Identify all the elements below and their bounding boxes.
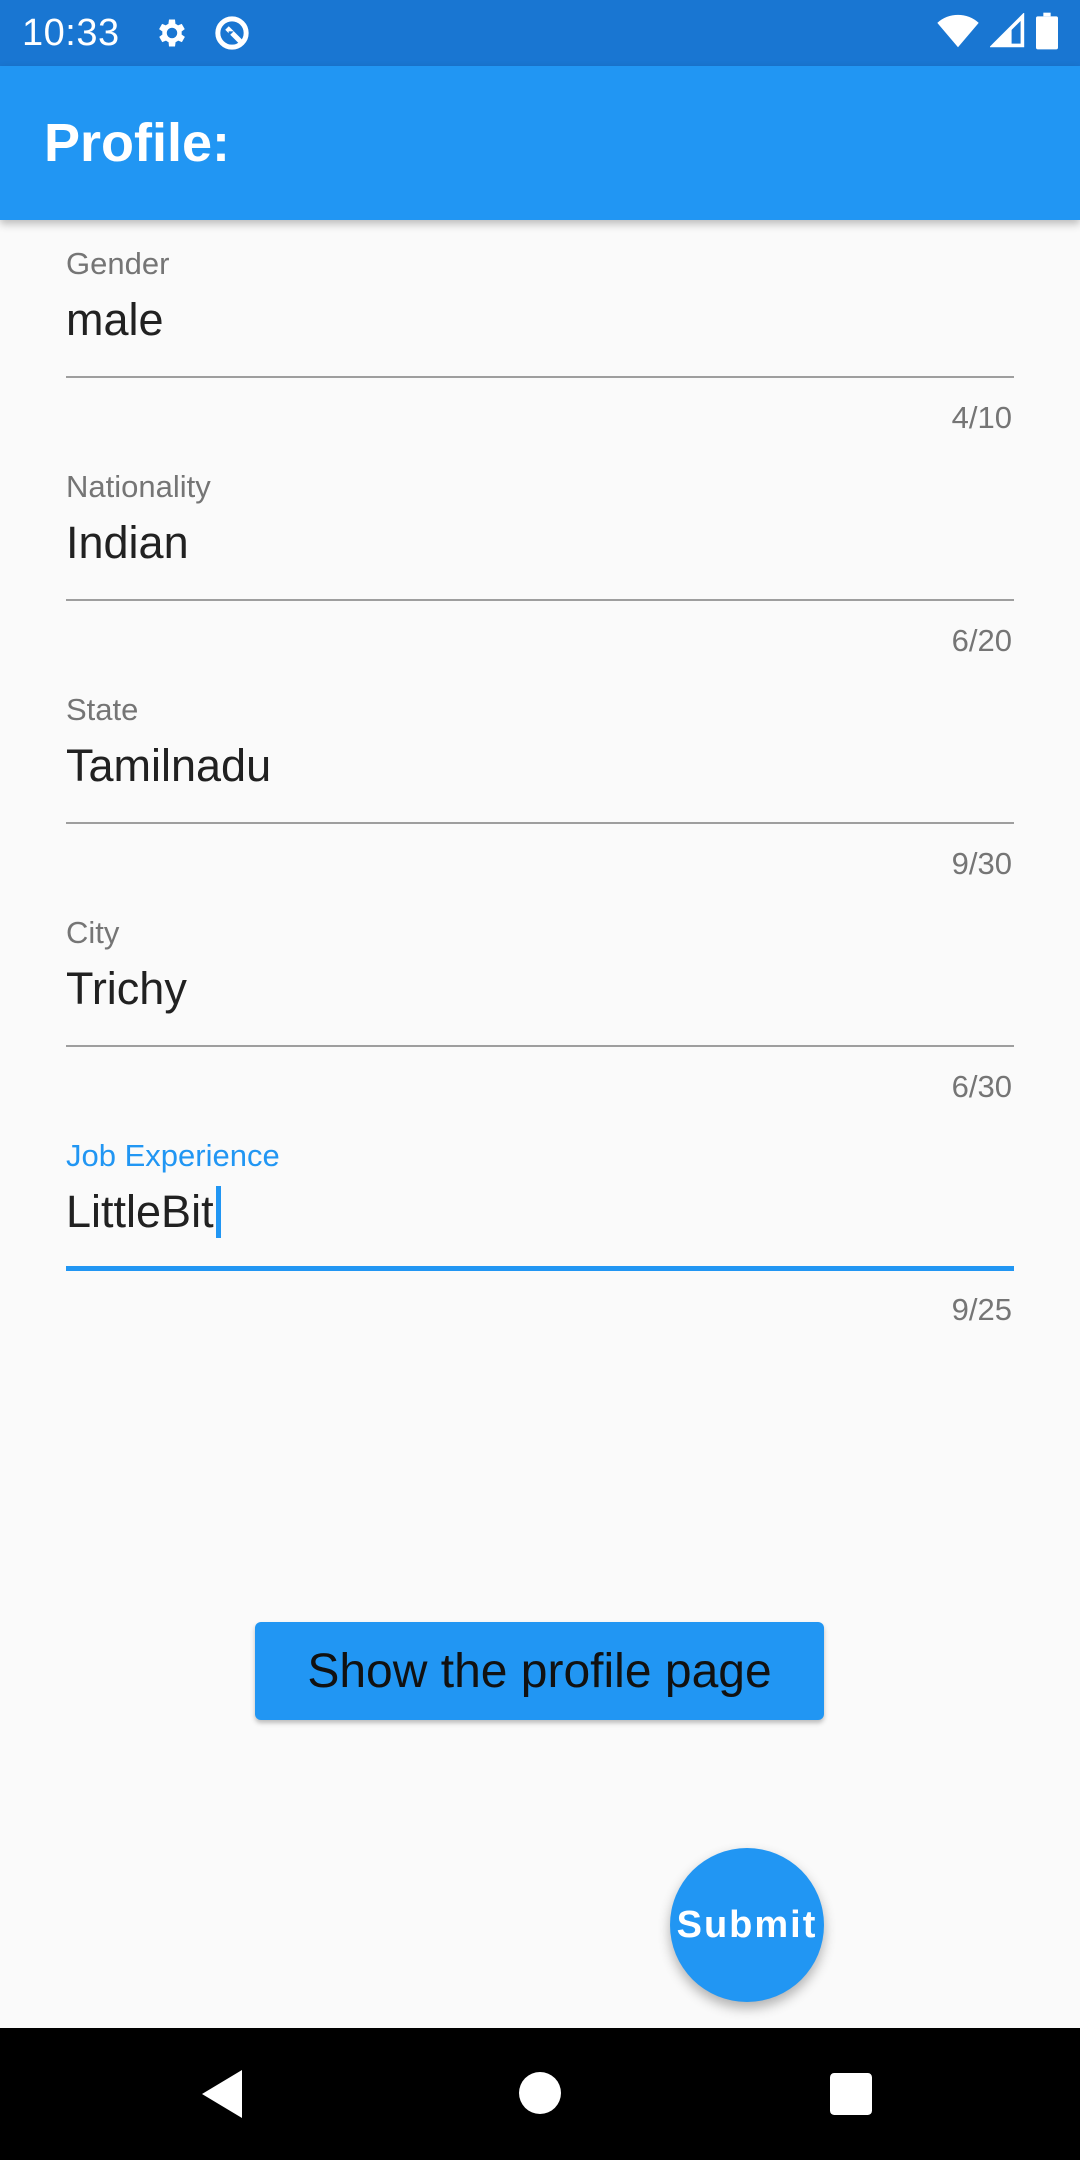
job-experience-value: LittleBit xyxy=(66,1186,214,1237)
gender-underline xyxy=(66,376,1014,378)
state-underline xyxy=(66,822,1014,824)
recents-icon[interactable] xyxy=(830,2073,872,2115)
gear-icon xyxy=(154,15,190,51)
page-title: Profile: xyxy=(44,113,231,173)
nationality-label: Nationality xyxy=(66,469,211,504)
state-input[interactable]: Tamilnadu xyxy=(66,740,271,792)
navigation-bar xyxy=(0,2028,1080,2160)
back-icon[interactable] xyxy=(198,2068,246,2120)
app-bar: Profile: xyxy=(0,66,1080,220)
home-icon[interactable] xyxy=(519,2072,561,2114)
job-experience-field[interactable]: Job Experience LittleBit 9/25 xyxy=(66,1112,1014,1335)
job-experience-label: Job Experience xyxy=(66,1138,280,1173)
text-cursor xyxy=(215,1186,221,1238)
gender-input[interactable]: male xyxy=(66,294,164,346)
wifi-icon xyxy=(936,13,980,54)
signal-icon xyxy=(989,11,1026,54)
profile-form: Gender male 4/10 Nationality Indian 6/20… xyxy=(66,220,1014,1335)
city-counter: 6/30 xyxy=(951,1069,1012,1104)
city-label: City xyxy=(66,915,120,950)
nationality-field[interactable]: Nationality Indian 6/20 xyxy=(66,443,1014,666)
submit-button[interactable]: Submit xyxy=(670,1848,824,2002)
gender-label: Gender xyxy=(66,246,170,281)
city-underline xyxy=(66,1045,1014,1047)
gender-field[interactable]: Gender male 4/10 xyxy=(66,220,1014,443)
status-time: 10:33 xyxy=(22,11,120,54)
state-field[interactable]: State Tamilnadu 9/30 xyxy=(66,666,1014,889)
state-counter: 9/30 xyxy=(951,846,1012,881)
nationality-underline xyxy=(66,599,1014,601)
city-input[interactable]: Trichy xyxy=(66,963,187,1015)
job-experience-underline xyxy=(66,1266,1014,1271)
data-saver-icon xyxy=(212,13,252,53)
show-profile-button[interactable]: Show the profile page xyxy=(255,1622,824,1720)
gender-counter: 4/10 xyxy=(951,400,1012,435)
nationality-counter: 6/20 xyxy=(951,623,1012,658)
battery-icon xyxy=(1036,12,1058,55)
city-field[interactable]: City Trichy 6/30 xyxy=(66,889,1014,1112)
status-bar: 10:33 xyxy=(0,0,1080,66)
job-experience-input[interactable]: LittleBit xyxy=(66,1186,221,1238)
nationality-input[interactable]: Indian xyxy=(66,517,189,569)
job-experience-counter: 9/25 xyxy=(951,1292,1012,1327)
state-label: State xyxy=(66,692,139,727)
